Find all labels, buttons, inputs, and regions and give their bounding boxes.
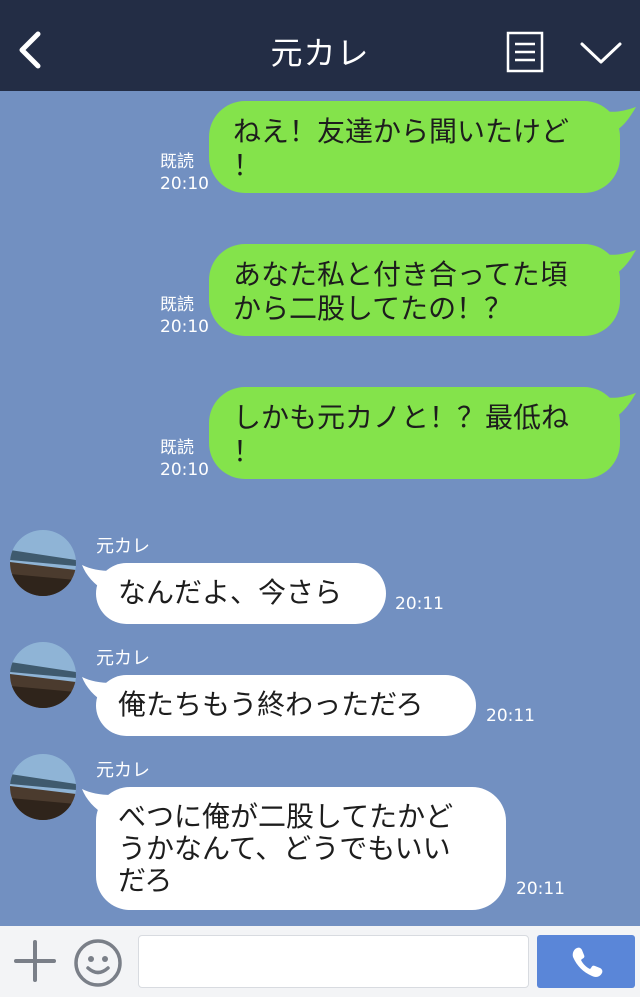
collapse-button[interactable]: [578, 36, 624, 72]
message-bubble-outgoing[interactable]: ねえ！友達から聞いたけど ！: [209, 101, 636, 193]
call-button[interactable]: [537, 935, 635, 988]
avatar[interactable]: [10, 754, 76, 820]
bubble-tail: [82, 565, 112, 591]
message-bubble-outgoing[interactable]: あなた私と付き合ってた頃 から二股してたの！？: [209, 244, 636, 336]
sender-name: 元カレ: [96, 536, 150, 557]
sender-name: 元カレ: [96, 648, 150, 669]
plus-icon: [14, 940, 56, 982]
message-time: 20:11: [516, 879, 565, 899]
add-button[interactable]: [14, 940, 56, 982]
read-receipt: 既読 20:10: [160, 295, 209, 337]
message-bubble-incoming[interactable]: べつに俺が二股してたかど うかなんて、どうでもいい だろ: [82, 787, 506, 910]
message-text-line: うかなんて、どうでもいい: [118, 832, 451, 865]
message-bubble-outgoing[interactable]: しかも元カノと！？最低ね ！: [209, 387, 636, 479]
bubble-tail: [82, 677, 112, 703]
message-text-line: から二股してたの！？: [233, 292, 513, 325]
sender-name: 元カレ: [96, 760, 150, 781]
message-text-line: だろ: [118, 864, 173, 897]
chat-title: 元カレ: [270, 34, 370, 72]
bubble-tail: [82, 789, 112, 815]
avatar[interactable]: [10, 530, 76, 596]
chat-header: 元カレ: [0, 0, 640, 91]
message-time: 20:11: [486, 706, 535, 726]
emoji-button[interactable]: [73, 938, 123, 988]
chevron-down-icon: [580, 42, 622, 64]
bubble-tail: [602, 250, 636, 276]
message-text-line: しかも元カノと！？最低ね: [233, 401, 570, 434]
phone-icon: [572, 947, 603, 977]
read-receipt: 既読 20:10: [160, 438, 209, 480]
message-text-line: 俺たちもう終わっただろ: [118, 688, 424, 721]
message-text-line: ！: [233, 435, 262, 468]
avatar-photo: [10, 754, 76, 820]
bubble-tail: [602, 393, 636, 419]
menu-list-icon: [506, 31, 544, 73]
bubble-tail: [602, 107, 636, 133]
message-input[interactable]: [138, 935, 529, 988]
message-text-line: なんだよ、今さら: [118, 576, 343, 609]
message-text-line: ！: [233, 149, 262, 182]
message-time: 20:11: [395, 594, 444, 614]
input-bar: [0, 926, 640, 997]
message-bubble-incoming[interactable]: なんだよ、今さら: [82, 563, 386, 624]
menu-button[interactable]: [506, 31, 544, 73]
message-bubble-incoming[interactable]: 俺たちもう終わっただろ: [82, 675, 476, 736]
message-text-line: ねえ！友達から聞いたけど: [233, 115, 570, 148]
smiley-icon: [74, 939, 122, 987]
avatar[interactable]: [10, 642, 76, 708]
message-text-line: あなた私と付き合ってた頃: [233, 258, 568, 291]
read-receipt: 既読 20:10: [160, 152, 209, 194]
avatar-photo: [10, 530, 76, 596]
message-text-line: べつに俺が二股してたかど: [118, 800, 454, 833]
avatar-photo: [10, 642, 76, 708]
